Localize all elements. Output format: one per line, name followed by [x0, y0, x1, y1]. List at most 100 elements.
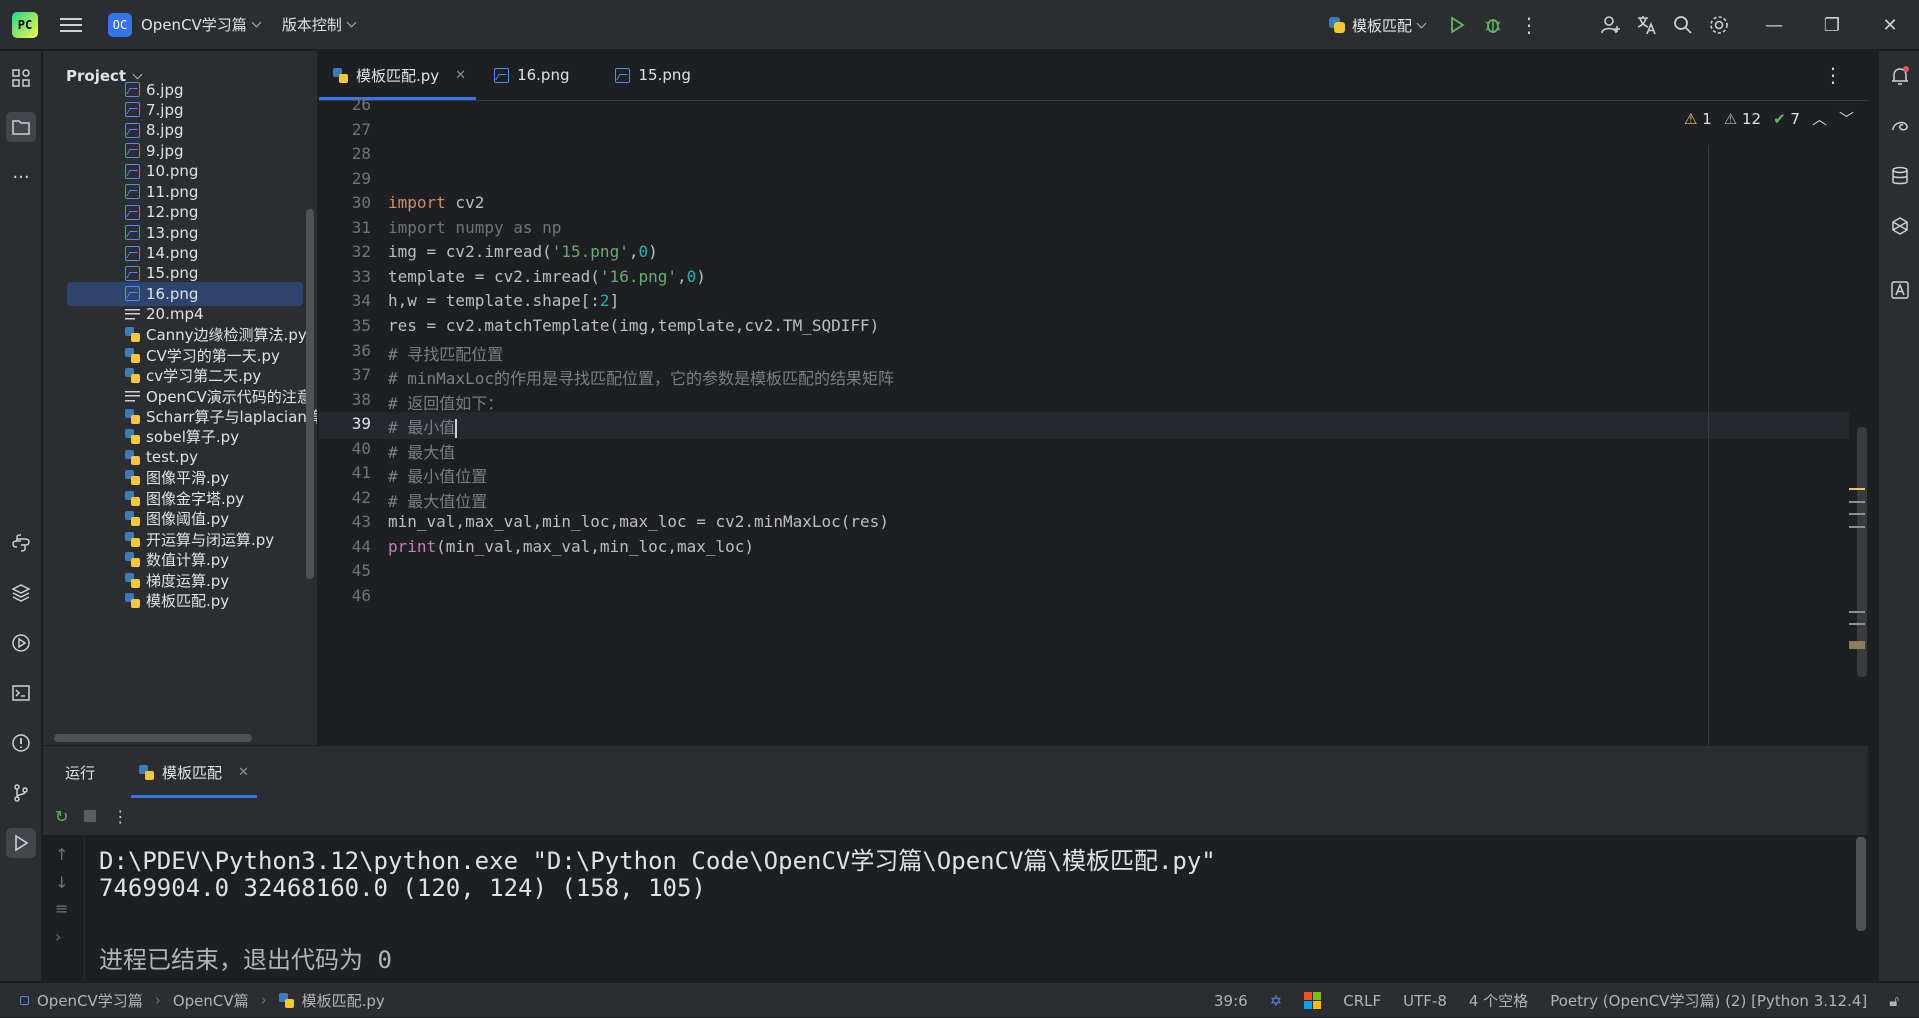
line-number[interactable]: 46 [319, 586, 371, 605]
translate-icon[interactable] [1629, 7, 1665, 43]
database-icon[interactable] [1885, 161, 1915, 191]
bell-icon[interactable] [1885, 61, 1915, 91]
plugin-icon[interactable] [1885, 211, 1915, 241]
folder-icon[interactable] [6, 112, 36, 142]
file-encoding[interactable]: UTF-8 [1403, 992, 1447, 1010]
line-number[interactable]: 37 [319, 365, 371, 384]
soft-wrap-icon[interactable]: ≡ [55, 899, 68, 918]
error-stripe-warning[interactable] [1849, 488, 1865, 490]
gear-icon[interactable] [1701, 7, 1737, 43]
line-number[interactable]: 40 [319, 439, 371, 458]
line-number[interactable]: 28 [319, 144, 371, 163]
code-line-30[interactable]: import cv2 [388, 193, 484, 212]
vcs-menu[interactable]: 版本控制 [282, 14, 357, 35]
run-panel-icon[interactable] [6, 828, 36, 858]
error-stripe-mark[interactable] [1849, 526, 1865, 528]
code-line-41[interactable]: # 最小值位置 [388, 463, 487, 487]
minimize-icon[interactable]: — [1745, 0, 1803, 50]
line-number[interactable]: 31 [319, 218, 371, 237]
run-icon[interactable] [1439, 7, 1475, 43]
editor-vertical-scrollbar[interactable] [1857, 427, 1867, 677]
line-number[interactable]: 45 [319, 561, 371, 580]
python-console-icon[interactable] [6, 528, 36, 558]
tree-item[interactable]: 模板匹配.py [125, 588, 229, 613]
weak-warnings-count[interactable]: ⚠ 12 [1724, 110, 1761, 128]
line-number[interactable]: 29 [319, 169, 371, 188]
run-tab[interactable]: 模板匹配 ✕ [131, 746, 257, 798]
caret-position[interactable]: 39:6 [1214, 992, 1248, 1010]
scroll-up-icon[interactable]: ↑ [55, 845, 68, 864]
indent-setting[interactable]: 4 个空格 [1469, 990, 1528, 1011]
git-icon[interactable] [6, 778, 36, 808]
error-stripe-mark[interactable] [1849, 623, 1865, 625]
line-number[interactable]: 42 [319, 488, 371, 507]
project-badge[interactable]: OC [108, 12, 132, 37]
project-horizontal-scrollbar[interactable] [54, 734, 252, 742]
add-user-icon[interactable] [1593, 7, 1629, 43]
font-icon[interactable] [1885, 275, 1915, 305]
tab-15-png[interactable]: 15.png [601, 50, 704, 100]
error-stripe-mark[interactable] [1849, 501, 1865, 503]
close-icon[interactable]: ✕ [1861, 0, 1919, 50]
code-line-33[interactable]: template = cv2.imread('16.png',0) [388, 267, 706, 286]
terminal-icon[interactable] [6, 678, 36, 708]
windows-icon[interactable] [1304, 992, 1322, 1009]
previous-highlight-icon[interactable]: ︿ [1812, 108, 1827, 129]
breadcrumb-item[interactable]: OpenCV学习篇 [37, 990, 143, 1011]
tab-模板匹配-py[interactable]: 模板匹配.py ✕ [319, 50, 477, 100]
project-switcher[interactable]: OpenCV学习篇 [141, 14, 262, 35]
line-number[interactable]: 39 [319, 414, 371, 433]
tabs-more-icon[interactable]: ⋮ [1823, 63, 1843, 87]
services-icon[interactable] [6, 628, 36, 658]
line-number[interactable]: 30 [319, 193, 371, 212]
python-interpreter[interactable]: Poetry (OpenCV学习篇) (2) [Python 3.12.4] [1550, 990, 1867, 1011]
search-icon[interactable] [1665, 7, 1701, 43]
error-stripe-mark[interactable] [1849, 513, 1865, 515]
project-vertical-scrollbar[interactable] [306, 209, 314, 579]
inspection-widget[interactable]: ⚠ 1 ⚠ 12 ✔ 7 ︿ ﹀ [1684, 108, 1854, 129]
pycharm-logo-icon[interactable]: PC [12, 11, 38, 38]
line-number[interactable]: 34 [319, 291, 371, 310]
code-line-31[interactable]: import numpy as np [388, 218, 561, 237]
line-number[interactable]: 44 [319, 537, 371, 556]
code-line-44[interactable]: print(min_val,max_val,min_loc,max_loc) [388, 537, 754, 556]
stop-icon[interactable] [84, 807, 97, 826]
code-line-37[interactable]: # minMaxLoc的作用是寻找匹配位置，它的参数是模板匹配的结果矩阵 [388, 365, 894, 389]
scroll-down-icon[interactable]: ↓ [55, 873, 68, 892]
close-tab-icon[interactable]: ✕ [455, 68, 466, 83]
code-line-32[interactable]: img = cv2.imread('15.png',0) [388, 242, 658, 261]
run-configuration-selector[interactable]: 模板匹配 [1328, 15, 1427, 36]
hamburger-menu-icon[interactable] [60, 17, 82, 32]
code-line-40[interactable]: # 最大值 [388, 439, 455, 463]
line-number[interactable]: 32 [319, 242, 371, 261]
line-number[interactable]: 43 [319, 512, 371, 531]
console-output[interactable]: D:\PDEV\Python3.12\python.exe "D:\Python… [85, 835, 1868, 981]
typos-count[interactable]: ✔ 7 [1773, 110, 1800, 128]
next-highlight-icon[interactable]: ﹀ [1839, 108, 1854, 129]
code-line-42[interactable]: # 最大值位置 [388, 488, 487, 512]
debug-icon[interactable] [1475, 7, 1511, 43]
code-line-38[interactable]: # 返回值如下： [388, 390, 503, 414]
close-run-tab-icon[interactable]: ✕ [238, 765, 249, 780]
line-number[interactable]: 33 [319, 267, 371, 286]
readonly-lock-icon[interactable]: 🔓︎ [1889, 992, 1899, 1010]
error-stripe-mark[interactable] [1849, 611, 1865, 613]
problems-icon[interactable] [6, 728, 36, 758]
console-scrollbar[interactable] [1856, 837, 1866, 931]
line-number[interactable]: 38 [319, 390, 371, 409]
structure-icon[interactable] [6, 63, 36, 93]
tab-16-png[interactable]: 16.png [480, 50, 583, 100]
rerun-icon[interactable]: ↻ [55, 807, 68, 826]
line-ending[interactable]: CRLF [1343, 992, 1381, 1010]
vue-icon[interactable]: ✡ [1270, 992, 1283, 1010]
expand-icon[interactable]: › [55, 927, 61, 946]
line-number[interactable]: 41 [319, 463, 371, 482]
line-number[interactable]: 35 [319, 316, 371, 335]
line-number[interactable]: 36 [319, 341, 371, 360]
code-line-35[interactable]: res = cv2.matchTemplate(img,template,cv2… [388, 316, 879, 335]
restore-icon[interactable]: ❐ [1803, 0, 1861, 50]
code-line-36[interactable]: # 寻找匹配位置 [388, 341, 503, 365]
code-line-34[interactable]: h,w = template.shape[:2] [388, 291, 619, 310]
more-icon[interactable]: ⋮ [1511, 7, 1547, 43]
ai-assistant-icon[interactable] [1885, 111, 1915, 141]
